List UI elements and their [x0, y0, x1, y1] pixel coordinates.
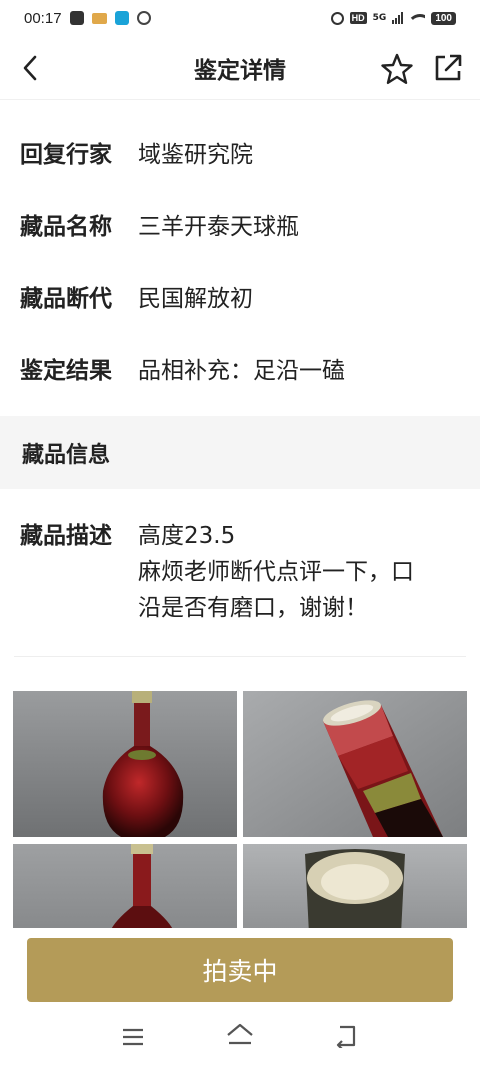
- wifi-icon: [409, 12, 426, 24]
- cake-icon: [91, 12, 107, 24]
- info-value: 域鉴研究院: [138, 142, 253, 168]
- status-bar: 00:17 HD 5G 100: [0, 0, 480, 36]
- info-value: 民国解放初: [138, 286, 253, 312]
- share-icon: [435, 54, 462, 81]
- item-photo-1[interactable]: [13, 691, 237, 837]
- description-row: 藏品描述 高度23.5 麻烦老师断代点评一下，口 沿是否有磨口，谢谢！: [20, 518, 470, 626]
- info-row-dating: 藏品断代 民国解放初: [0, 260, 480, 332]
- menu-icon[interactable]: [122, 1026, 144, 1048]
- back-arrow-icon: [23, 55, 37, 81]
- item-photo-3[interactable]: [13, 844, 237, 934]
- page-title: 鉴定详情: [194, 57, 286, 84]
- system-nav-bar: [0, 1020, 480, 1060]
- chat-bubble-icon: [114, 11, 129, 25]
- section-title-item-info: 藏品信息: [0, 416, 480, 489]
- favorite-button[interactable]: [380, 52, 414, 86]
- network-type: 5G: [372, 13, 387, 23]
- divider: [14, 656, 466, 657]
- auction-status-button[interactable]: 拍卖中: [27, 938, 453, 1002]
- description-line: 麻烦老师断代点评一下，口: [138, 559, 414, 585]
- item-photo-2[interactable]: [243, 691, 467, 837]
- info-label: 藏品断代: [20, 286, 112, 312]
- description-line: 高度23.5: [138, 523, 236, 549]
- back-button[interactable]: [14, 50, 46, 86]
- description-label: 藏品描述: [20, 523, 112, 549]
- description-line: 沿是否有磨口，谢谢！: [138, 595, 368, 621]
- alarm-icon: [330, 11, 344, 25]
- info-row-result: 鉴定结果 品相补充：足沿一磕: [0, 332, 480, 404]
- battery-indicator: 100: [431, 11, 456, 25]
- signal-icon: [392, 12, 404, 24]
- info-label: 藏品名称: [20, 214, 112, 240]
- info-row-expert: 回复行家 域鉴研究院: [0, 116, 480, 188]
- bottom-action-area: 拍卖中: [0, 928, 480, 1067]
- home-icon[interactable]: [226, 1022, 254, 1048]
- system-back-icon[interactable]: [334, 1024, 358, 1048]
- status-time: 00:17: [24, 9, 62, 27]
- item-photo-4[interactable]: [243, 844, 467, 934]
- info-value: 三羊开泰天球瓶: [138, 214, 299, 240]
- app-header: 鉴定详情: [0, 36, 480, 100]
- info-label: 回复行家: [20, 142, 112, 168]
- info-label: 鉴定结果: [20, 358, 112, 384]
- info-value: 品相补充：足沿一磕: [138, 358, 345, 384]
- task-check-icon: [69, 11, 84, 25]
- app-notification-icon: [136, 11, 151, 25]
- appraisal-info: 回复行家 域鉴研究院 藏品名称 三羊开泰天球瓶 藏品断代 民国解放初 鉴定结果 …: [0, 116, 480, 404]
- star-icon: [381, 53, 413, 84]
- description-text: 高度23.5 麻烦老师断代点评一下，口 沿是否有磨口，谢谢！: [138, 518, 448, 626]
- share-button[interactable]: [432, 52, 464, 84]
- hd-badge: HD: [349, 12, 367, 24]
- info-row-item-name: 藏品名称 三羊开泰天球瓶: [0, 188, 480, 260]
